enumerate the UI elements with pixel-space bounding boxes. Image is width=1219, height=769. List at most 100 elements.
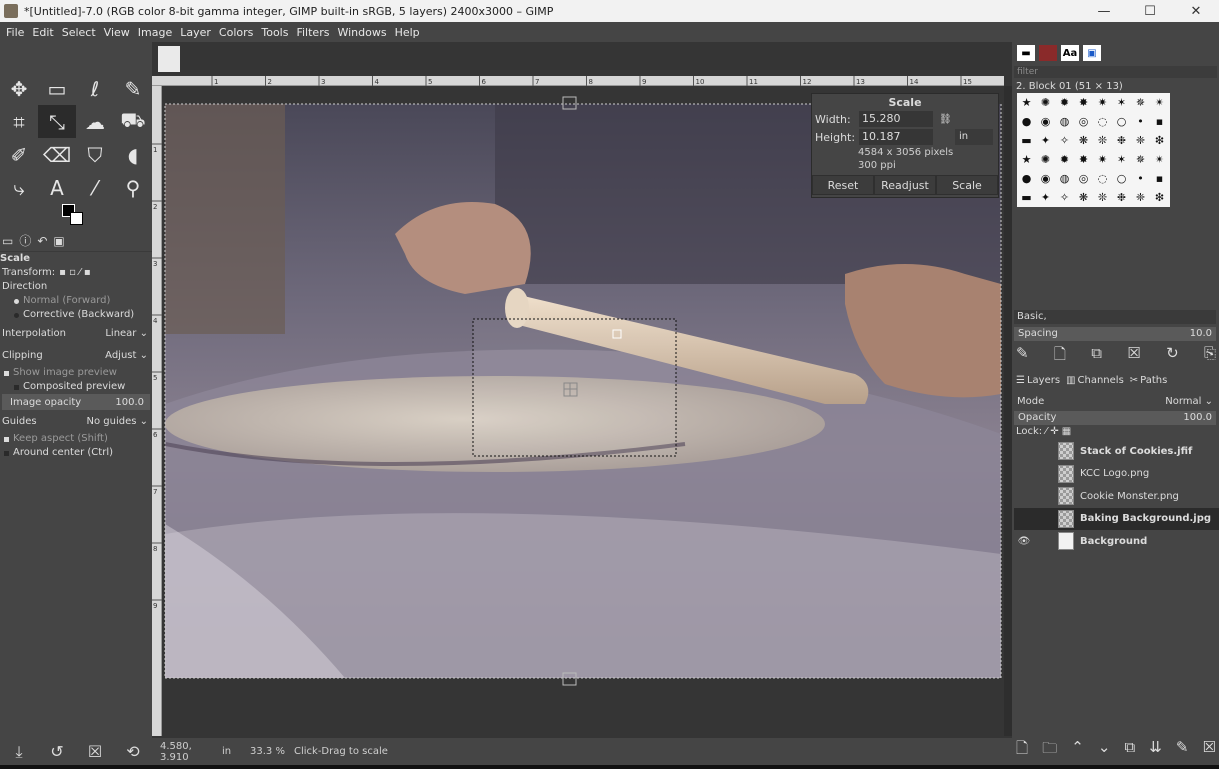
brush-swatch[interactable]: ✴ [1150,150,1169,169]
fonts-tab-icon[interactable]: Aa [1061,45,1079,61]
menu-filters[interactable]: Filters [292,26,333,39]
brush-swatch[interactable]: ✹ [1055,93,1074,112]
device-status-tab-icon[interactable]: ⓘ [19,232,31,249]
brush-swatch[interactable]: ◉ [1036,112,1055,131]
brush-swatch[interactable]: ✧ [1055,188,1074,207]
brush-filter-input[interactable]: filter [1014,66,1217,78]
menu-colors[interactable]: Colors [215,26,257,39]
color-picker-tool-icon[interactable]: ⁄ [76,171,114,204]
brush-swatch[interactable]: ▬ [1017,188,1036,207]
brush-swatch[interactable]: ✦ [1036,188,1055,207]
brush-swatch[interactable]: ○ [1112,169,1131,188]
brush-preset-select[interactable]: Basic, [1014,310,1216,324]
brush-swatch[interactable]: ✦ [1036,131,1055,150]
bucket-fill-tool-icon[interactable]: ⛟ [114,105,152,138]
brush-swatch[interactable]: ▪ [1150,112,1169,131]
interpolation-value[interactable]: Linear [105,328,148,339]
open-brush-icon[interactable]: ⎘ [1204,344,1216,366]
layer-opacity-slider[interactable]: Opacity 100.0 [1014,411,1216,425]
patterns-tab-icon[interactable] [1039,45,1057,61]
guides-value[interactable]: No guides [86,416,148,427]
brush-swatch[interactable]: ✵ [1131,93,1150,112]
fg-bg-colors[interactable] [62,204,86,226]
brush-swatch[interactable]: ● [1017,112,1036,131]
new-layer-group-icon[interactable]: 🗀 [1042,738,1057,763]
menu-edit[interactable]: Edit [28,26,57,39]
brush-swatch[interactable]: ▪ [1150,169,1169,188]
brush-swatch[interactable]: ◉ [1036,169,1055,188]
clone-tool-icon[interactable]: ⛉ [76,138,114,171]
layer-row[interactable]: Baking Background.jpg [1014,507,1219,530]
width-field[interactable]: 15.280 [859,111,933,127]
lock-position-icon[interactable]: ✛ [1050,426,1062,437]
undo-history-tab-icon[interactable]: ↶ [37,234,47,248]
delete-layer-icon[interactable]: ☒ [1203,738,1216,763]
keep-aspect-checkbox[interactable]: Keep aspect (Shift) [0,432,152,446]
brush-swatch[interactable]: ❋ [1074,188,1093,207]
brush-swatch[interactable]: ❈ [1131,131,1150,150]
menu-layer[interactable]: Layer [176,26,215,39]
layer-mask-icon[interactable]: ✎ [1176,738,1189,763]
close-window-button[interactable]: ✕ [1173,0,1219,22]
reset-options-icon[interactable]: ⟲ [114,742,152,761]
transform-layer-icon[interactable]: ▪ ▫ ⁄ ▪ [59,266,91,280]
restore-options-icon[interactable]: ↺ [38,742,76,761]
paintbrush-tool-icon[interactable]: ✐ [0,138,38,171]
brush-swatch[interactable]: ▬ [1017,131,1036,150]
menu-select[interactable]: Select [58,26,100,39]
brush-swatch[interactable]: ✵ [1131,150,1150,169]
brush-swatch[interactable]: ❋ [1074,131,1093,150]
scale-tool-icon[interactable]: ⤡ [38,105,76,138]
smudge-tool-icon[interactable]: ◖ [114,138,152,171]
brush-swatch[interactable]: ✺ [1036,150,1055,169]
brush-swatch[interactable]: ❊ [1093,131,1112,150]
free-select-tool-icon[interactable]: ℓ [76,72,114,105]
crop-tool-icon[interactable]: ⌗ [0,105,38,138]
maximize-button[interactable]: ☐ [1127,0,1173,22]
paths-tool-icon[interactable]: ⤷ [0,171,38,204]
rect-select-tool-icon[interactable]: ▭ [38,72,76,105]
visibility-eye-icon[interactable]: 👁 [1014,536,1034,547]
menu-help[interactable]: Help [391,26,424,39]
chain-link-icon[interactable]: ⛓ [939,114,952,125]
brush-swatch[interactable]: ◌ [1093,112,1112,131]
clipping-value[interactable]: Adjust [105,350,148,361]
tool-options-tab-icon[interactable]: ▭ [2,234,13,248]
guides-combo[interactable]: Guides No guides [0,410,152,432]
tab-channels[interactable]: ▥ Channels [1064,375,1126,386]
brush-swatch[interactable]: ❇ [1150,131,1169,150]
brush-swatch[interactable]: ◍ [1055,169,1074,188]
brush-swatch[interactable]: ✶ [1112,93,1131,112]
brush-swatch[interactable]: ❊ [1093,188,1112,207]
brush-swatch[interactable]: ❉ [1112,188,1131,207]
brush-swatch[interactable]: ✧ [1055,131,1074,150]
brush-grid[interactable]: ★ ✺ ✹ ✸ ✷ ✶ ✵ ✴ ● ◉ ◍ ◎ ◌ ○ • ▪ ▬ ✦ ✧ ❋ ❊ ❉ ❈ ❇ ★ ✺ ✹ ✸ ✷ ✶ ✵ ✴ ● ◉ ◍ ◎ ◌ ○ • ▪… [1017,93,1170,207]
show-preview-checkbox[interactable]: Show image preview [0,366,152,380]
vertical-scrollbar[interactable] [1004,86,1012,736]
text-tool-icon[interactable]: A [38,171,76,204]
raise-layer-icon[interactable]: ⌃ [1071,738,1084,763]
brush-spacing-slider[interactable]: Spacing 10.0 [1014,327,1216,341]
brush-swatch[interactable]: ✹ [1055,150,1074,169]
brush-swatch[interactable]: ❉ [1112,131,1131,150]
brush-swatch[interactable]: • [1131,112,1150,131]
new-brush-icon[interactable]: 🗋 [1054,344,1066,366]
fuzzy-select-tool-icon[interactable]: ✎ [114,72,152,105]
brush-swatch[interactable]: ✷ [1093,93,1112,112]
brush-swatch[interactable]: ◎ [1074,169,1093,188]
edit-brush-icon[interactable]: ✎ [1016,344,1029,366]
brush-swatch[interactable]: ○ [1112,112,1131,131]
new-layer-icon[interactable]: 🗋 [1016,738,1028,763]
brush-swatch[interactable]: ★ [1017,150,1036,169]
composited-preview-checkbox[interactable]: Composited preview [0,380,152,394]
brush-swatch[interactable]: ✸ [1074,150,1093,169]
height-field[interactable]: 10.187 [859,129,933,145]
opacity-value[interactable]: 100.0 [1183,411,1212,425]
images-tab-icon[interactable]: ▣ [53,234,64,248]
mode-select[interactable]: Normal ⌄ [1165,396,1213,407]
tab-paths[interactable]: ✂ Paths [1128,375,1170,386]
menu-tools[interactable]: Tools [257,26,292,39]
brush-swatch[interactable]: ✺ [1036,93,1055,112]
readjust-button[interactable]: Readjust [874,175,936,195]
clipping-combo[interactable]: Clipping Adjust [0,344,152,366]
